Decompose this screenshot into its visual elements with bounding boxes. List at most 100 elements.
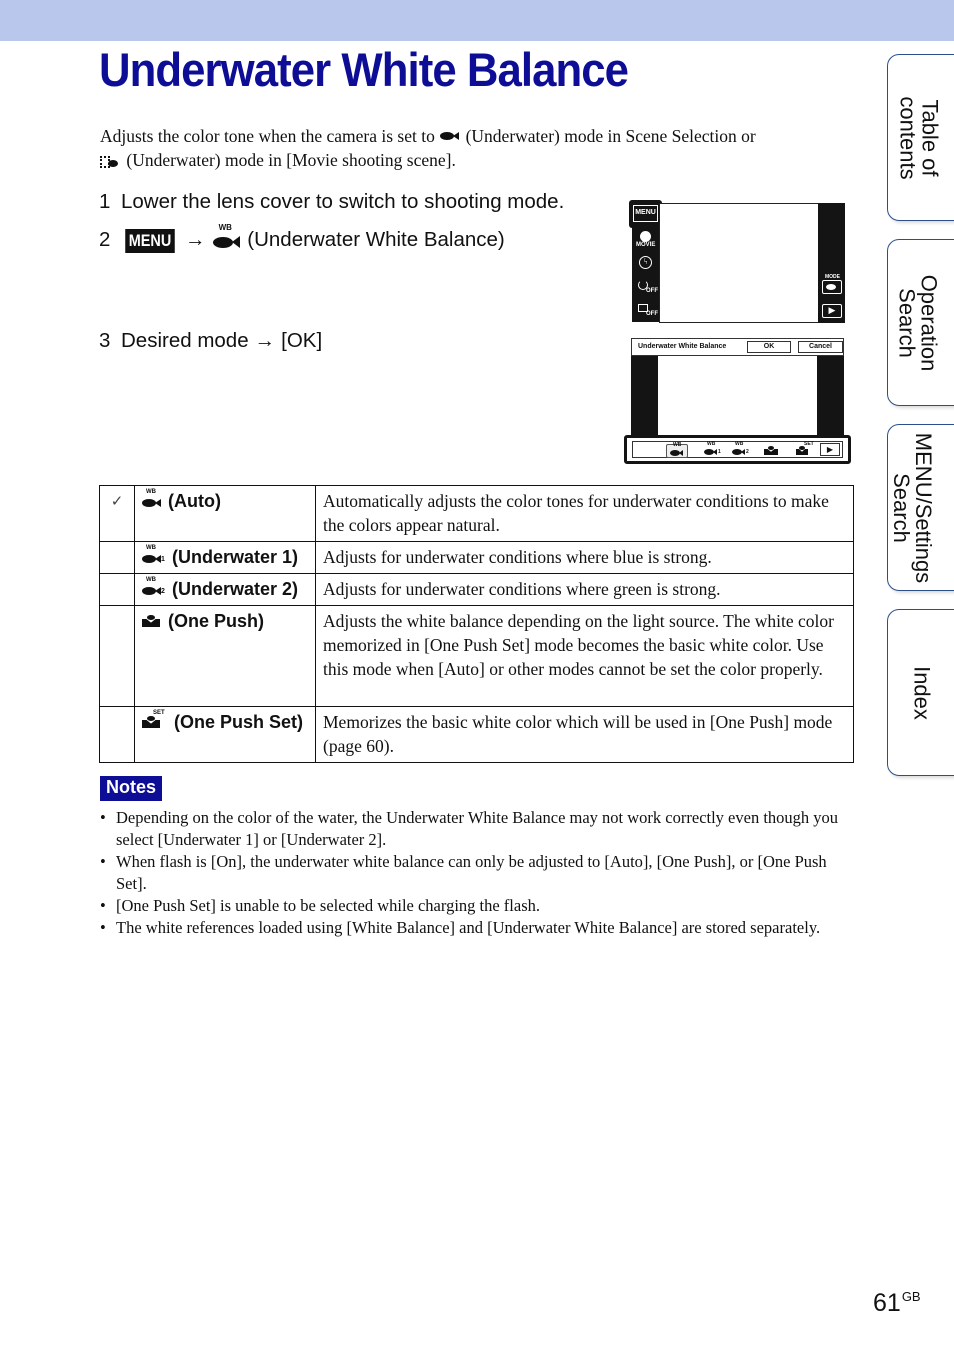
tab-label: Operation Search	[894, 274, 942, 371]
tab-index[interactable]: Index	[887, 609, 954, 776]
intro-text-3: (Underwater) mode in [Movie shooting sce…	[126, 150, 456, 170]
step-3: 3 Desired mode → [OK]	[99, 329, 322, 353]
wb-underwater1-icon: WB 1	[141, 545, 167, 565]
icon-subscript: 1	[161, 556, 165, 563]
note-item: The white references loaded using [White…	[100, 917, 856, 939]
arrow-icon: →	[185, 228, 206, 251]
default-check-icon	[99, 605, 135, 707]
mode-name-cell: WB (Auto)	[134, 485, 316, 542]
default-check-icon: ✓	[99, 485, 135, 542]
tab-label: Table of contents	[895, 95, 943, 180]
mode-description: Adjusts for underwater conditions where …	[315, 573, 854, 606]
page-title: Underwater White Balance	[99, 43, 629, 96]
play-button[interactable]: ▶	[822, 304, 842, 318]
tab-label: Index	[909, 665, 935, 720]
step-text-ok: [OK]	[281, 329, 323, 352]
wb-menu-title: Underwater White Balance	[638, 343, 727, 350]
movie-label: MOVIE	[636, 242, 656, 248]
mode-button[interactable]	[822, 280, 842, 294]
note-item: When flash is [On], the underwater white…	[100, 851, 856, 895]
notes-badge: Notes	[100, 776, 163, 801]
wb-fish-icon: WB	[212, 223, 242, 250]
header-band	[0, 0, 954, 41]
note-item: [One Push Set] is unable to be selected …	[100, 895, 856, 917]
mode-description: Memorizes the basic white color which wi…	[315, 706, 854, 763]
wb-option-underwater1[interactable]: WB 1	[703, 441, 721, 456]
burst-label: OFF	[646, 311, 658, 317]
modes-table: ✓ WB (Auto) Automatically adjusts the co…	[99, 485, 854, 763]
flash-auto-icon[interactable]: ϟ	[639, 256, 652, 269]
mode-description: Adjusts for underwater conditions where …	[315, 541, 854, 574]
table-row: WB 2 (Underwater 2) Adjusts for underwate…	[99, 573, 854, 606]
step-number: 1	[99, 190, 111, 213]
step-number: 3	[99, 329, 111, 352]
notes-list: Depending on the color of the water, the…	[100, 807, 856, 939]
left-bar	[631, 356, 658, 436]
mode-name: (One Push Set)	[174, 712, 304, 732]
one-push-icon	[141, 612, 163, 628]
mode-name: (Auto)	[168, 491, 221, 511]
camera-screen-shooting: MENU MOVIE ϟ OFF OFF MODE ▶	[629, 200, 846, 323]
one-push-icon	[763, 444, 779, 456]
mode-name: (Underwater 2)	[172, 579, 299, 599]
ok-button[interactable]: OK	[747, 341, 791, 353]
tab-menu-settings-search[interactable]: MENU/Settings Search	[887, 424, 954, 591]
intro-text-2: (Underwater) mode in Scene Selection or	[465, 126, 756, 146]
page-number: 61GB	[873, 1289, 921, 1318]
table-row: (One Push) Adjusts the white balance dep…	[99, 605, 854, 707]
tab-operation-search[interactable]: Operation Search	[887, 239, 954, 406]
one-push-set-icon: SET	[141, 710, 169, 729]
wb-option-strip: WB WB 1 WB 2 SET ▶	[624, 435, 851, 464]
mode-name-cell: (One Push)	[134, 605, 316, 707]
table-row: WB 1 (Underwater 1) Adjusts for underwate…	[99, 541, 854, 574]
wb-underwater2-icon: WB 2	[731, 441, 749, 456]
mode-name-cell: SET (One Push Set)	[134, 706, 316, 763]
table-row: ✓ WB (Auto) Automatically adjusts the co…	[99, 485, 854, 542]
mode-name-cell: WB 1 (Underwater 1)	[134, 541, 316, 574]
movie-underwater-icon	[100, 155, 122, 169]
cancel-button[interactable]: Cancel	[798, 341, 843, 353]
step-number: 2	[99, 228, 111, 251]
wb-underwater1-icon: WB 1	[703, 441, 721, 456]
step-text: Lower the lens cover to switch to shooti…	[121, 190, 565, 213]
one-push-set-icon: SET	[795, 441, 814, 456]
mode-description: Automatically adjusts the color tones fo…	[315, 485, 854, 542]
tab-table-of-contents[interactable]: Table of contents	[887, 54, 954, 221]
selftimer-label: OFF	[646, 288, 658, 294]
wb-auto-icon: WB	[669, 442, 685, 457]
wb-menu-header: Underwater White Balance OK Cancel	[631, 338, 844, 356]
menu-button[interactable]: MENU	[629, 200, 662, 228]
page-number-value: 61	[873, 1289, 901, 1317]
wb-option-underwater2[interactable]: WB 2	[731, 441, 749, 456]
icon-subscript: SET	[153, 710, 165, 716]
mode-name: (Underwater 1)	[172, 547, 299, 567]
step-text: (Underwater White Balance)	[247, 228, 505, 251]
step-text: Desired mode	[121, 329, 249, 352]
wb-option-one-push[interactable]	[763, 444, 779, 457]
mode-name-cell: WB 2 (Underwater 2)	[134, 573, 316, 606]
play-icon[interactable]: ▶	[820, 443, 840, 456]
camera-screen-wb-menu: Underwater White Balance OK Cancel WB WB…	[624, 338, 851, 464]
page-suffix: GB	[901, 1289, 921, 1304]
default-check-icon	[99, 541, 135, 574]
default-check-icon	[99, 573, 135, 606]
mode-name: (One Push)	[168, 611, 265, 631]
mode-description: Adjusts the white balance depending on t…	[315, 605, 854, 707]
menu-label: MENU	[633, 205, 658, 222]
default-check-icon	[99, 706, 135, 763]
icon-subscript: 2	[161, 588, 165, 595]
intro-text-1: Adjusts the color tone when the camera i…	[100, 126, 435, 146]
wb-option-auto[interactable]: WB	[666, 442, 688, 458]
underwater-fish-icon	[439, 129, 461, 143]
table-row: SET (One Push Set) Memorizes the basic w…	[99, 706, 854, 763]
viewfinder-area	[659, 203, 819, 323]
tab-label: MENU/Settings Search	[888, 432, 936, 583]
movie-record-icon[interactable]	[640, 231, 651, 242]
wb-auto-icon: WB	[141, 489, 163, 509]
intro-paragraph: Adjusts the color tone when the camera i…	[100, 124, 840, 172]
wb-underwater2-icon: WB 2	[141, 577, 167, 597]
note-item: Depending on the color of the water, the…	[100, 807, 856, 851]
wb-option-one-push-set[interactable]: SET	[795, 441, 814, 457]
wb-option-list: WB WB 1 WB 2 SET ▶	[632, 441, 843, 458]
arrow-icon: →	[254, 329, 276, 352]
